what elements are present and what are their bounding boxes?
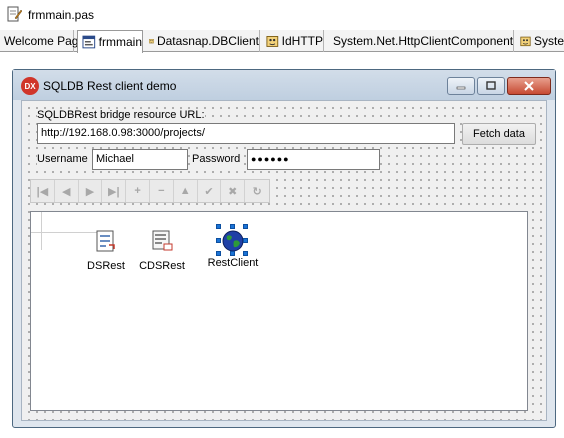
selection-handle[interactable]	[243, 238, 248, 243]
unit-icon	[520, 36, 531, 47]
grid-indicator-column	[41, 212, 42, 250]
tab-welcome-page[interactable]: Welcome Page	[2, 30, 85, 52]
nav-next-button[interactable]: ▶	[79, 180, 103, 202]
maximize-button[interactable]	[477, 77, 505, 95]
nav-first-button[interactable]: |◀	[31, 180, 55, 202]
fetch-data-button[interactable]: Fetch data	[462, 123, 536, 145]
selection-handle[interactable]	[230, 251, 235, 256]
tab-frmmain[interactable]: frmmain	[77, 30, 143, 53]
tab-datasnap-dbclient[interactable]: Datasnap.DBClient	[145, 30, 260, 52]
form-app-icon: DX	[21, 77, 39, 95]
component-label: CDSRest	[139, 260, 185, 272]
tab-idhttp[interactable]: IdHTTP	[262, 30, 324, 52]
minimize-button[interactable]	[447, 77, 475, 95]
unit-icon	[266, 36, 279, 47]
maximize-icon	[486, 81, 496, 90]
selection-handle[interactable]	[230, 224, 235, 229]
nav-prior-button[interactable]: ◀	[55, 180, 79, 202]
editor-tab-bar: Welcome Page frmmain Datasnap.DBClient I…	[0, 30, 564, 53]
url-label: SQLDBRest bridge resource URL:	[37, 109, 205, 121]
nav-edit-button[interactable]: ▲	[174, 180, 198, 202]
tab-system-truncated[interactable]: Syste	[516, 30, 564, 52]
globe-icon	[222, 230, 244, 252]
username-input[interactable]: Michael	[92, 149, 188, 170]
nav-delete-button[interactable]: −	[150, 180, 174, 202]
tab-label: Welcome Page	[4, 34, 86, 48]
component-selection	[216, 224, 248, 256]
tab-label: System.Net.HttpClientComponent	[333, 34, 514, 48]
db-navigator: |◀ ◀ ▶ ▶| + − ▲ ✔ ✖ ↻	[30, 179, 270, 203]
url-input[interactable]: http://192.168.0.98:3000/projects/	[37, 123, 455, 144]
password-input[interactable]: ●●●●●●	[247, 149, 380, 170]
nav-last-button[interactable]: ▶|	[102, 180, 127, 202]
selection-handle[interactable]	[243, 251, 248, 256]
selection-handle[interactable]	[216, 238, 221, 243]
tab-label: Datasnap.DBClient	[156, 34, 259, 48]
tab-system-net-httpclientcomponent[interactable]: System.Net.HttpClientComponent	[326, 30, 514, 52]
unit-icon	[149, 39, 154, 44]
tab-label: IdHTTP	[281, 34, 323, 48]
username-label: Username	[37, 153, 88, 165]
document-title: frmmain.pas	[28, 8, 95, 22]
minimize-icon	[456, 86, 466, 90]
tab-label: frmmain	[98, 35, 142, 49]
form-icon	[82, 35, 96, 49]
nav-insert-button[interactable]: +	[126, 180, 150, 202]
selection-handle[interactable]	[216, 224, 221, 229]
form-caption-bar: DX SQLDB Rest client demo	[13, 70, 555, 100]
component-restclient[interactable]: RestClient	[203, 224, 263, 269]
nav-cancel-button[interactable]: ✖	[221, 180, 246, 202]
component-dsrest[interactable]: DSRest	[76, 229, 136, 272]
tab-label: Syste	[533, 34, 564, 48]
close-icon	[524, 81, 534, 91]
component-cdsrest[interactable]: CDSRest	[132, 229, 192, 272]
component-label: DSRest	[87, 260, 125, 272]
password-label: Password	[192, 153, 241, 165]
nav-refresh-button[interactable]: ↻	[245, 180, 269, 202]
datasource-icon	[96, 230, 115, 252]
clientdataset-icon	[152, 230, 173, 251]
form-title: SQLDB Rest client demo	[43, 79, 177, 93]
nav-post-button[interactable]: ✔	[198, 180, 222, 202]
selection-handle[interactable]	[216, 251, 221, 256]
selection-handle[interactable]	[243, 224, 248, 229]
document-title-bar: frmmain.pas	[0, 0, 564, 30]
component-label: RestClient	[207, 257, 259, 269]
close-button[interactable]	[507, 77, 551, 95]
pas-file-icon	[7, 6, 22, 22]
